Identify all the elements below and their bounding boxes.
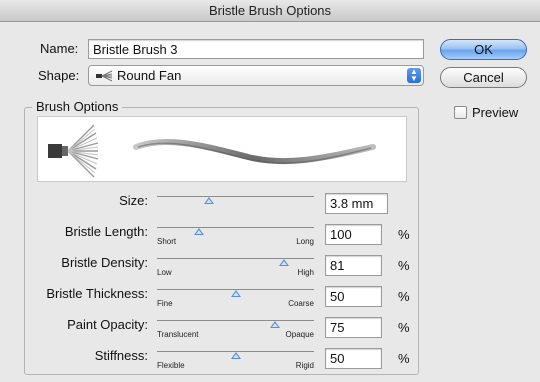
slider-thumb-icon[interactable] xyxy=(203,197,214,204)
slider-max-label: Opaque xyxy=(285,330,314,339)
slider-label: Stiffness: xyxy=(94,348,148,363)
brush-preview xyxy=(37,116,407,182)
select-arrows-icon: ▲ ▼ xyxy=(407,68,421,83)
slider-value-field[interactable] xyxy=(325,193,388,214)
slider-min-label: Fine xyxy=(157,299,173,308)
slider-label: Bristle Density: xyxy=(61,255,148,270)
preview-checkbox[interactable] xyxy=(454,106,467,119)
percent-unit-label: % xyxy=(398,289,410,304)
slider-max-label: Coarse xyxy=(288,299,314,308)
slider-min-label: Translucent xyxy=(157,330,199,339)
percent-unit-label: % xyxy=(398,227,410,242)
shape-select-value: Round Fan xyxy=(117,68,182,83)
slider-thumb-icon[interactable] xyxy=(269,321,280,328)
cancel-button[interactable]: Cancel xyxy=(440,67,527,88)
bristle-brush-options-dialog: Bristle Brush Options Name: Shape: Round… xyxy=(0,0,540,382)
fan-brush-icon xyxy=(95,70,113,82)
name-field[interactable] xyxy=(88,39,424,59)
slider-thumb-icon[interactable] xyxy=(279,259,290,266)
slider-value-field[interactable] xyxy=(325,255,382,276)
slider-min-label: Low xyxy=(157,268,172,277)
brush-stroke-preview xyxy=(48,124,376,178)
slider-track[interactable] xyxy=(157,258,314,259)
ok-button[interactable]: OK xyxy=(440,39,527,60)
slider-max-label: Long xyxy=(296,237,314,246)
slider-max-label: Rigid xyxy=(295,361,314,370)
shape-label: Shape: xyxy=(38,68,80,83)
shape-select[interactable]: Round Fan ▲ ▼ xyxy=(88,65,424,86)
slider-label: Paint Opacity: xyxy=(67,317,148,332)
slider-min-label: Flexible xyxy=(157,361,185,370)
window-title: Bristle Brush Options xyxy=(0,0,540,22)
fan-brush-tip-icon xyxy=(48,124,99,178)
slider-value-field[interactable] xyxy=(325,286,382,307)
name-label: Name: xyxy=(40,41,79,56)
slider-min-label: Short xyxy=(157,237,177,246)
slider-label: Bristle Thickness: xyxy=(46,286,148,301)
slider-track[interactable] xyxy=(157,196,314,197)
preview-label: Preview xyxy=(472,105,519,120)
slider-value-field[interactable] xyxy=(325,224,382,245)
slider-track[interactable] xyxy=(157,227,314,228)
brush-options-legend: Brush Options xyxy=(32,99,123,114)
slider-value-field[interactable] xyxy=(325,317,382,338)
slider-max-label: High xyxy=(297,268,314,277)
slider-track[interactable] xyxy=(157,320,314,321)
percent-unit-label: % xyxy=(398,258,410,273)
slider-label: Size: xyxy=(119,193,148,208)
percent-unit-label: % xyxy=(398,320,410,335)
slider-label: Bristle Length: xyxy=(64,224,148,239)
slider-thumb-icon[interactable] xyxy=(230,352,241,359)
slider-thumb-icon[interactable] xyxy=(194,228,205,235)
slider-thumb-icon[interactable] xyxy=(230,290,241,297)
slider-value-field[interactable] xyxy=(325,348,382,369)
percent-unit-label: % xyxy=(398,351,410,366)
